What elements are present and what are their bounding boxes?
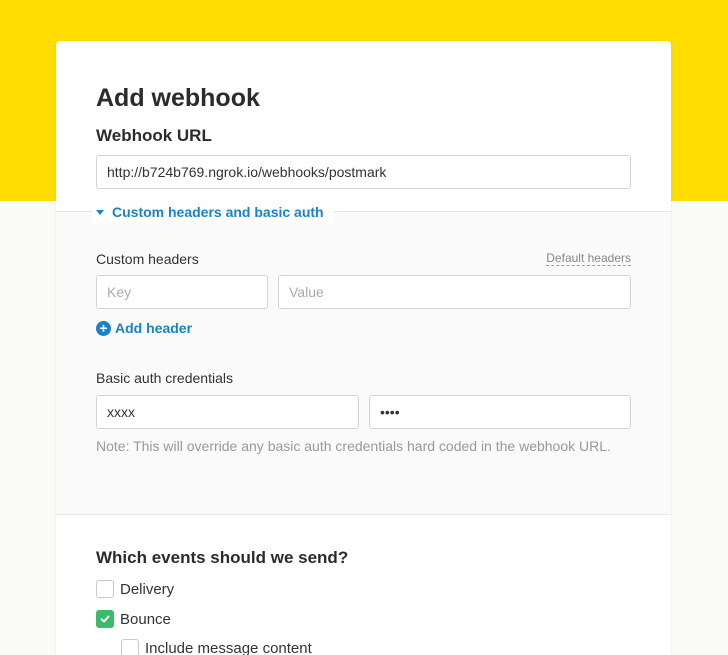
plus-circle-icon: + xyxy=(96,320,111,336)
event-bounce[interactable]: Bounce xyxy=(96,610,171,628)
auth-username-input[interactable] xyxy=(96,395,359,429)
page: Add webhook Webhook URL Custom headers a… xyxy=(0,0,728,655)
webhook-url-label: Webhook URL xyxy=(96,126,212,145)
header-key-input[interactable] xyxy=(96,275,268,309)
caret-down-icon xyxy=(96,209,104,215)
custom-headers-toggle[interactable]: Custom headers and basic auth xyxy=(92,201,334,223)
custom-headers-label: Custom headers xyxy=(96,251,199,267)
auth-password-input[interactable] xyxy=(369,395,631,429)
add-header-label: Add header xyxy=(115,320,193,336)
header-value-input[interactable] xyxy=(278,275,631,309)
custom-headers-toggle-label: Custom headers and basic auth xyxy=(112,204,324,220)
event-include-content[interactable]: Include message content xyxy=(121,639,312,655)
advanced-section: Custom headers and basic auth Custom hea… xyxy=(56,201,671,515)
delivery-checkbox[interactable] xyxy=(96,580,114,598)
event-delivery[interactable]: Delivery xyxy=(96,580,174,598)
delivery-label: Delivery xyxy=(120,580,175,598)
add-webhook-card: Add webhook Webhook URL Custom headers a… xyxy=(56,41,671,655)
basic-auth-note: Note: This will override any basic auth … xyxy=(96,438,611,454)
page-title: Add webhook xyxy=(96,84,260,112)
default-headers-link[interactable]: Default headers xyxy=(546,251,631,266)
add-header-button[interactable]: + Add header xyxy=(96,319,192,337)
include-content-label: Include message content xyxy=(145,639,312,655)
webhook-url-input[interactable] xyxy=(96,155,631,189)
basic-auth-label: Basic auth credentials xyxy=(96,370,233,386)
checkmark-icon xyxy=(100,615,110,623)
bounce-checkbox[interactable] xyxy=(96,610,114,628)
include-content-checkbox[interactable] xyxy=(121,639,139,655)
events-title: Which events should we send? xyxy=(96,548,349,567)
bounce-label: Bounce xyxy=(120,610,171,628)
